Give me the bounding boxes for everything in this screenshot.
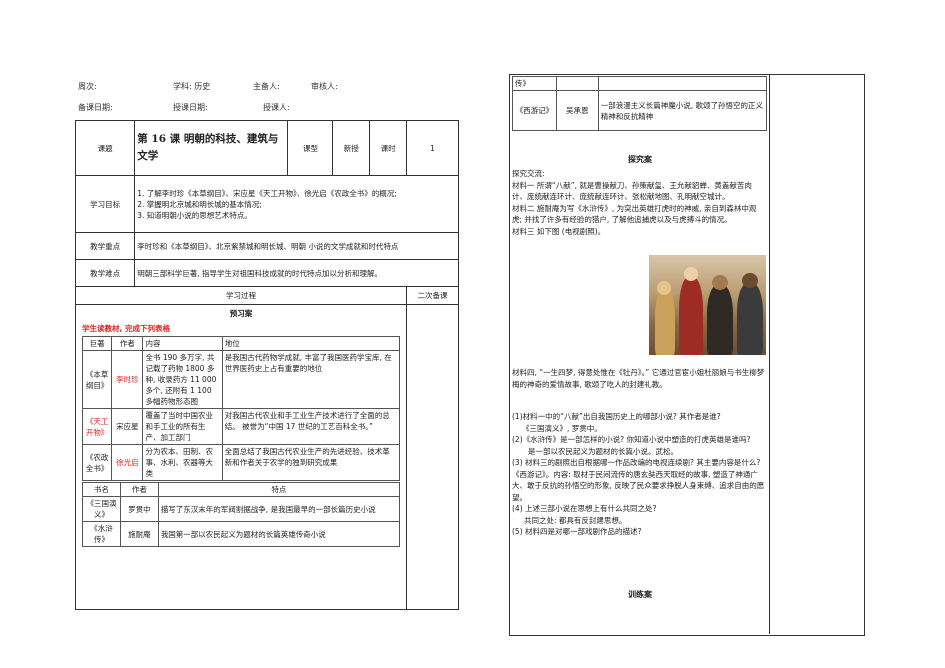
novel-name: 《水浒传》 — [82, 521, 121, 547]
learning-goals: 1. 了解李时珍《本草纲目》、宋应星《天工开物》、徐光启《农政全书》的概况; 2… — [134, 175, 459, 233]
col-header: 地位 — [221, 336, 401, 351]
col-header: 特点 — [157, 482, 401, 497]
hours-value: 1 — [406, 120, 459, 176]
book-name: 《农政全书》 — [81, 444, 113, 481]
key-label: 教学重点 — [74, 232, 136, 260]
book-status: 全面总结了我国古代农业生产的先进经验、技术革新和作者关于农学的独到研究成果 — [221, 444, 401, 481]
answer-3: 《西游记》。内容: 取材于民间流传的唐玄奘西天取经的故事, 塑造了神通广大、敢于… — [512, 469, 765, 502]
question-4: (4) 上述三部小说在思想上有什么共同之处? — [512, 504, 657, 513]
explore-subtitle: 探究交流: — [512, 169, 545, 178]
book-author: 徐光启 — [111, 444, 144, 481]
answer-1: 《三国演义》, 罗贯中。 — [522, 423, 602, 433]
column-divider — [769, 74, 770, 634]
material-4: 材料四, “一生四梦, 得意处惟在《牡丹》。” 它通过官宦小姐杜丽娘与书生柳梦梅… — [512, 368, 765, 389]
question-3: (3) 材料三的剧照出自根据哪一作品改编的电视连续剧? 其主要内容是什么? — [512, 458, 761, 467]
class-date-label: 授课日期: — [173, 103, 208, 112]
prep-date-label: 备课日期: — [78, 103, 113, 112]
science-books-table: 巨著 作者 内容 地位 《本草纲目》 李时珍 全书 190 多万字, 共记载了药… — [81, 336, 401, 481]
preparer-label: 主备人: — [253, 82, 280, 91]
question-2: (2)《水浒传》是一部怎样的小说? 你知道小说中塑造的打虎英雄是谁吗? — [512, 435, 751, 444]
col-header: 内容 — [142, 336, 223, 351]
novel-feature: 我国第一部以农民起义为题材的长篇英雄传奇小说 — [157, 521, 401, 547]
col-header: 作者 — [111, 336, 144, 351]
questions: (1)材料一中的“八献”出自我国历史上的哪部小说? 其作者是谁? 《三国演义》,… — [512, 411, 766, 538]
book-status: 是我国古代药物学成就, 丰富了我国医药学宝库, 在世界医药史上占有重要的地位 — [221, 350, 401, 409]
novel-name: 《三国演义》 — [82, 496, 121, 522]
book-content: 覆盖了当时中国农业和手工业的所有生产、加工部门 — [142, 408, 223, 445]
topic-label: 课题 — [74, 120, 136, 176]
col-header: 巨著 — [81, 336, 113, 351]
second-prep-label: 二次备课 — [406, 286, 459, 305]
novel-author: 罗贯中 — [119, 496, 159, 522]
novel-name-cont: 传》 — [512, 76, 557, 91]
hours-label: 课时 — [369, 120, 407, 176]
task-instruction: 学生读教材, 完成下列表格 — [82, 324, 170, 333]
novel-feature: 描写了东汉末年的军阀割据战争, 是我国最早的一部长篇历史小说 — [157, 496, 401, 522]
question-5: (5) 材料四是对哪一部戏剧作品的描述? — [512, 527, 642, 536]
explore-content: 探究交流: 材料一 所谓“八献”, 就是曹操献刀、孙策献玺、王允献貂蝉、黄盖献苦… — [512, 168, 766, 237]
novels-table: 书名 作者 特点 《三国演义》 罗贯中 描写了东汉末年的军阀割据战争, 是我国最… — [82, 482, 401, 547]
goals-label: 学习目标 — [74, 175, 136, 233]
week-label: 周次: — [78, 82, 97, 91]
training-title: 训练案 — [628, 590, 652, 599]
novels-table-continued: 传》 《西游记》 吴承恩 一部浪漫主义长篇神魔小说, 歌颂了孙悟空的正义精神和反… — [512, 76, 768, 131]
question-1: (1)材料一中的“八献”出自我国历史上的哪部小说? 其作者是谁? — [512, 412, 721, 421]
novel-author: 吴承恩 — [555, 90, 599, 131]
process-label: 学习过程 — [75, 286, 407, 305]
book-author: 宋应星 — [111, 408, 144, 445]
difficulty-label: 教学难点 — [74, 259, 136, 287]
explore-title: 探究案 — [628, 155, 652, 164]
material-1: 材料一 所谓“八献”, 就是曹操献刀、孙策献玺、王允献貂蝉、黄盖献苦肉计、庞统献… — [512, 180, 752, 202]
lesson-topic: 第 16 课 明朝的科技、建筑与文学 — [134, 120, 289, 176]
col-header: 作者 — [119, 482, 159, 497]
material-3: 材料三 如下图 (电视剧照)。 — [512, 226, 606, 236]
teaching-key: 李时珍和《本草纲目》、北京紫禁城和明长城、明朝 小说的文学成就和时代特点 — [134, 232, 459, 260]
book-name: 《本草纲目》 — [81, 350, 113, 409]
reviewer-label: 审核人: — [311, 82, 338, 91]
col-header: 书名 — [82, 482, 121, 497]
tv-still-photo — [649, 255, 766, 355]
book-content: 分为农本、田制、农事、水利、农器等大类 — [142, 444, 223, 481]
book-author: 李时珍 — [111, 350, 144, 409]
book-content: 全书 190 多万字, 共记载了药物 1800 多种, 收录药方 11 000 … — [142, 350, 223, 409]
type-label: 课型 — [287, 120, 334, 176]
type-value: 新授 — [332, 120, 371, 176]
book-status: 对我国古代农业和手工业生产技术进行了全面的总结。 被誉为“中国 17 世纪的工艺… — [221, 408, 401, 445]
teaching-difficulty: 明朝三部科学巨著, 指导学生对祖国科技成就的时代特点加以分析和理解。 — [134, 259, 459, 287]
material-2: 材料二 施耐庵为写《水浒传》, 为突出英雄打虎时的神威, 亲自到森林中观虎; 并… — [512, 203, 757, 225]
preview-label: 预习案 — [229, 309, 253, 318]
novel-name: 《西游记》 — [512, 90, 557, 131]
answer-2: 是一部以农民起义为题材的长篇小说。武松。 — [528, 446, 678, 456]
teacher-label: 授课人: — [263, 103, 290, 112]
subject-label: 学科: 历史 — [173, 82, 211, 91]
answer-4: 共同之处: 都具有反封建思想。 — [524, 515, 627, 525]
lesson-plan-table: 课题 第 16 课 明朝的科技、建筑与文学 课型 新授 课时 1 学习目标 1.… — [74, 120, 459, 610]
book-name: 《天工开物》 — [81, 408, 113, 445]
novel-author: 施耐庵 — [119, 521, 159, 547]
novel-feature: 一部浪漫主义长篇神魔小说, 歌颂了孙悟空的正义精神和反抗精神 — [597, 90, 768, 131]
